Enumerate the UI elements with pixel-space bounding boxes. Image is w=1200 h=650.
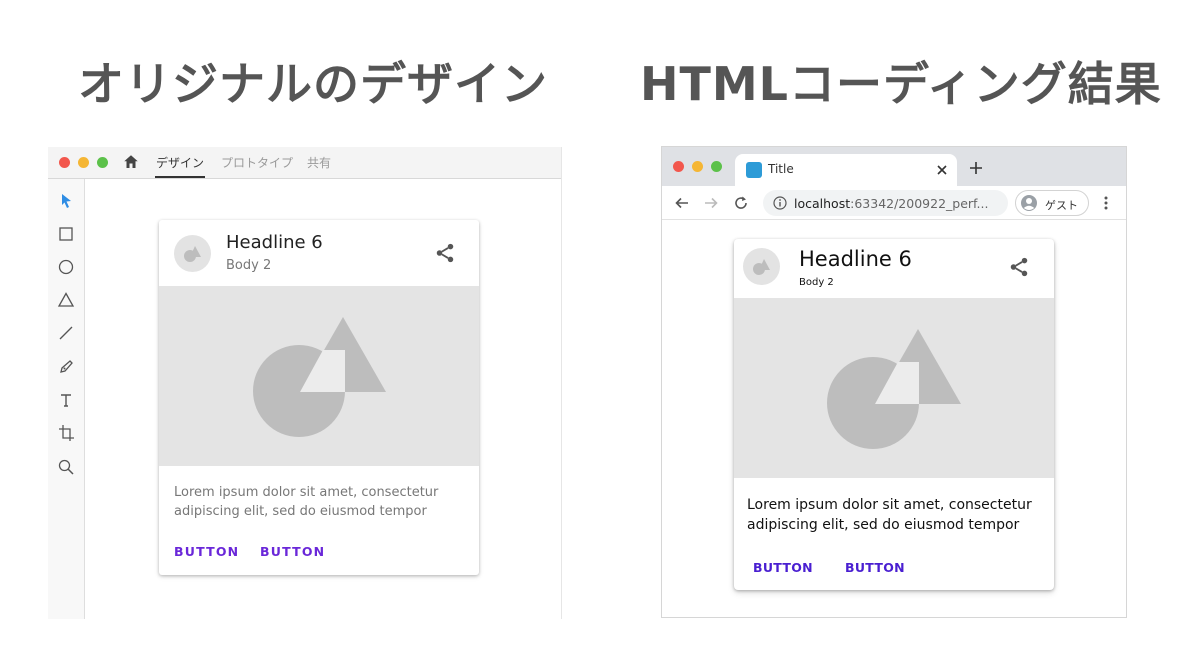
card-subtitle: Body 2 [799, 277, 834, 288]
share-icon[interactable] [1008, 256, 1030, 278]
pen-icon[interactable] [57, 358, 75, 376]
url-host: localhost [794, 196, 851, 211]
info-icon[interactable] [773, 196, 787, 210]
tab-title: Title [768, 162, 794, 176]
guest-label: ゲスト [1045, 199, 1078, 212]
browser-viewport: Headline 6 Body 2 Lorem ipsum dolor sit … [662, 220, 1126, 617]
profile-avatar-icon [1021, 195, 1037, 211]
card-body-text: Lorem ipsum dolor sit amet, consectetur … [747, 497, 1032, 533]
media-placeholder-shapes [253, 317, 386, 437]
browser-tabstrip: Title [662, 147, 1126, 186]
media-placeholder-shapes [827, 329, 961, 449]
minimize-window-button[interactable] [78, 157, 89, 168]
url-text: localhost:63342/200922_perf... [794, 196, 988, 211]
card-headline: Headline 6 [226, 232, 323, 253]
right-heading: HTMLコーディング結果 [640, 57, 1162, 111]
card-media [734, 298, 1054, 478]
text-icon[interactable] [57, 391, 75, 409]
close-tab-icon[interactable] [935, 163, 949, 177]
close-window-button[interactable] [59, 157, 70, 168]
browser-tab[interactable]: Title [735, 154, 957, 186]
new-tab-icon[interactable] [968, 160, 984, 176]
card-button-2[interactable]: BUTTON [845, 560, 905, 575]
artboard-icon[interactable] [57, 424, 75, 442]
select-arrow-icon[interactable] [57, 192, 75, 210]
left-heading: オリジナルのデザイン [78, 57, 548, 111]
line-icon[interactable] [57, 324, 75, 342]
maximize-window-button[interactable] [711, 161, 722, 172]
back-arrow-icon[interactable] [674, 195, 690, 211]
browser-window: Title localhost:63342/200922_perf... ゲスト… [661, 146, 1127, 618]
more-menu-icon[interactable] [1100, 195, 1112, 211]
ellipse-icon[interactable] [57, 258, 75, 276]
tab-prototype[interactable]: プロトタイプ [221, 154, 293, 171]
home-icon[interactable] [122, 153, 140, 171]
card-subtitle: Body 2 [226, 258, 272, 273]
tab-design[interactable]: デザイン [156, 154, 204, 171]
design-card: Headline 6 Body 2 Lorem ipsum dolor sit … [159, 220, 479, 575]
card-button-1[interactable]: BUTTON [753, 560, 813, 575]
browser-toolbar: localhost:63342/200922_perf... ゲスト [662, 186, 1126, 220]
design-tool-window: デザイン プロトタイプ 共有 Headline 6 Body 2 Lorem i… [48, 147, 562, 619]
card-button-1[interactable]: BUTTON [174, 544, 239, 559]
close-window-button[interactable] [673, 161, 684, 172]
share-icon[interactable] [434, 242, 456, 264]
maximize-window-button[interactable] [97, 157, 108, 168]
card-button-2[interactable]: BUTTON [260, 544, 325, 559]
reload-icon[interactable] [733, 195, 749, 211]
tab-share[interactable]: 共有 [307, 154, 331, 171]
avatar [174, 235, 211, 272]
tool-palette [48, 179, 85, 619]
rectangle-icon[interactable] [57, 225, 75, 243]
favicon-icon [746, 162, 762, 178]
placeholder-shapes-icon [753, 259, 770, 275]
card-body-text: Lorem ipsum dolor sit amet, consectetur … [174, 485, 439, 519]
url-path: :63342/200922_perf... [850, 196, 989, 211]
zoom-icon[interactable] [57, 458, 75, 476]
triangle-icon[interactable] [57, 291, 75, 309]
active-tab-indicator [155, 176, 205, 178]
address-bar[interactable]: localhost:63342/200922_perf... [763, 190, 1008, 216]
minimize-window-button[interactable] [692, 161, 703, 172]
forward-arrow-icon[interactable] [703, 195, 719, 211]
placeholder-shapes-icon [184, 246, 201, 262]
design-tool-titlebar: デザイン プロトタイプ 共有 [48, 147, 561, 179]
card-media [159, 286, 479, 466]
card-headline: Headline 6 [799, 247, 912, 271]
html-card: Headline 6 Body 2 Lorem ipsum dolor sit … [734, 239, 1054, 590]
avatar [743, 248, 780, 285]
guest-profile-button[interactable]: ゲスト [1015, 190, 1089, 216]
